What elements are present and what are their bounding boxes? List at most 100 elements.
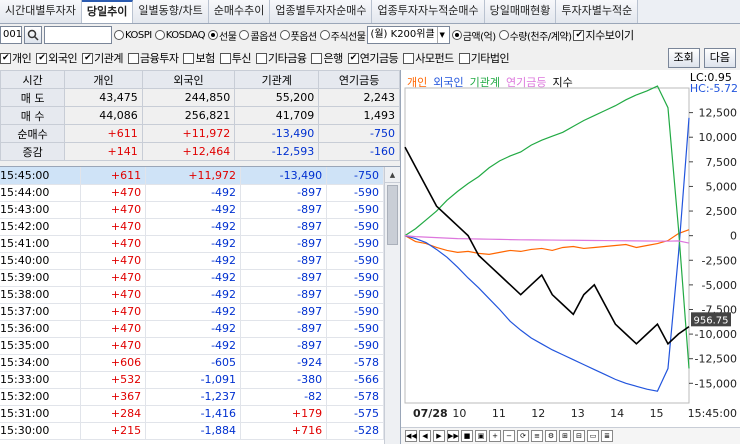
market-radio-dot[interactable]: [239, 30, 250, 40]
scroll-thumb[interactable]: [387, 185, 398, 245]
market-radio-dot[interactable]: [279, 30, 290, 40]
chart-control-icon-1[interactable]: ◀◀: [405, 430, 417, 442]
market-radio-4[interactable]: 콜옵션: [239, 28, 277, 43]
chart-control-icon-3[interactable]: ▶: [433, 430, 445, 442]
scroll-up-icon[interactable]: ▲: [385, 167, 400, 183]
chart-control-icon-7[interactable]: +: [489, 430, 501, 442]
table-row[interactable]: 15:33:00 +532 -1,091 -380 -566: [0, 371, 384, 389]
filter-checkbox-9[interactable]: 연기금등: [347, 50, 399, 66]
chart-control-icon-2[interactable]: ◀: [419, 430, 431, 442]
value-cell: -590: [326, 320, 384, 338]
summary-row-label: 매 수: [0, 106, 66, 125]
filter-check[interactable]: [0, 52, 11, 64]
filter-checkbox-6[interactable]: 투신: [219, 50, 251, 66]
unit-radio-1[interactable]: 금액(억): [451, 28, 496, 43]
show-index-checkbox[interactable]: 지수보이기: [573, 27, 634, 43]
next-button[interactable]: 다음: [703, 48, 736, 68]
market-radio-dot[interactable]: [208, 30, 219, 40]
legend-item: 외국인: [433, 76, 464, 89]
name-field[interactable]: [44, 26, 112, 44]
chart-control-icon-12[interactable]: ⊞: [559, 430, 571, 442]
trend-chart[interactable]: 12,500 10,000 7,500 5,000 2,500 0 -2,500 -5,000…: [401, 70, 740, 427]
filter-checkbox-10[interactable]: 사모펀드: [403, 50, 454, 66]
chart-control-icon-8[interactable]: −: [503, 430, 515, 442]
filter-check[interactable]: [82, 52, 94, 64]
market-radio-dot[interactable]: [114, 30, 124, 40]
filter-check[interactable]: [255, 52, 267, 64]
filter-check[interactable]: [219, 52, 231, 64]
chart-control-icon-4[interactable]: ▶▶: [447, 430, 459, 442]
table-row[interactable]: 15:43:00 +470 -492 -897 -590: [0, 201, 384, 219]
filter-checkbox-5[interactable]: 보험: [183, 50, 215, 66]
table-row[interactable]: 15:39:00 +470 -492 -897 -590: [0, 269, 384, 287]
table-row[interactable]: 15:45:00 +611 +11,972 -13,490 -750: [0, 167, 384, 185]
show-index-check[interactable]: [573, 29, 585, 41]
table-row[interactable]: 15:37:00 +470 -492 -897 -590: [0, 303, 384, 321]
query-button[interactable]: 조회: [667, 48, 700, 68]
filter-checkbox-11[interactable]: 기타법인: [458, 50, 510, 66]
market-radio-3[interactable]: 선물: [208, 28, 237, 43]
table-row[interactable]: 15:42:00 +470 -492 -897 -590: [0, 218, 384, 236]
filter-checkbox-8[interactable]: 은행: [311, 50, 343, 66]
tab-1[interactable]: 시간대별투자자: [0, 0, 82, 23]
filter-check[interactable]: [311, 52, 323, 64]
table-row[interactable]: 15:44:00 +470 -492 -897 -590: [0, 184, 384, 202]
code-field[interactable]: 001: [0, 26, 22, 44]
chart-control-icon-15[interactable]: ≣: [601, 430, 613, 442]
table-row[interactable]: 15:35:00 +470 -492 -897 -590: [0, 337, 384, 355]
filter-check[interactable]: [183, 52, 195, 64]
filter-checkbox-7[interactable]: 기타금융: [255, 50, 307, 66]
table-row[interactable]: 15:38:00 +470 -492 -897 -590: [0, 286, 384, 304]
table-row[interactable]: 15:31:00 +284 -1,416 +179 -575: [0, 405, 384, 423]
chart-control-icon-13[interactable]: ⊟: [573, 430, 585, 442]
chart-control-icon-9[interactable]: ⟳: [517, 430, 529, 442]
summary-header-row: 시간 개인 외국인 기관계 연기금등: [0, 70, 400, 89]
hc-value: HC:-5.72: [689, 82, 738, 95]
filter-check[interactable]: [458, 52, 470, 64]
table-row[interactable]: 15:30:00 +215 -1,884 +716 -528: [0, 422, 384, 440]
chart-control-icon-10[interactable]: ≡: [531, 430, 543, 442]
contract-dropdown[interactable]: (월) K200위클 ▼: [367, 26, 450, 44]
summary-cell: 2,243: [318, 88, 400, 107]
grid-scrollbar[interactable]: ▲: [384, 167, 400, 444]
tab-7[interactable]: 당일매매현황: [484, 0, 557, 23]
table-row[interactable]: 15:40:00 +470 -492 -897 -590: [0, 252, 384, 270]
filter-checkbox-4[interactable]: 금융투자: [128, 50, 179, 66]
table-row[interactable]: 15:32:00 +367 -1,237 -82 -578: [0, 388, 384, 406]
table-row[interactable]: 15:34:00 +606 -605 -924 -578: [0, 354, 384, 372]
market-radio-dot[interactable]: [154, 30, 165, 40]
tab-6[interactable]: 업종투자자누적순매수: [372, 0, 485, 23]
search-button[interactable]: [24, 26, 42, 44]
filter-checkbox-2[interactable]: 외국인: [36, 50, 78, 66]
market-radio-dot[interactable]: [319, 30, 330, 40]
market-radio-6[interactable]: 주식선물: [319, 28, 366, 43]
value-cell: +470: [80, 303, 147, 321]
table-row[interactable]: 15:36:00 +470 -492 -897 -590: [0, 320, 384, 338]
unit-radio-dot[interactable]: [451, 30, 462, 40]
market-radio-2[interactable]: KOSDAQ: [154, 28, 206, 43]
value-cell: +215: [80, 422, 147, 440]
chart-control-icon-5[interactable]: ■: [461, 430, 473, 442]
tab-4[interactable]: 순매수추이: [208, 0, 271, 23]
market-radio-5[interactable]: 풋옵션: [279, 28, 317, 43]
x-tick-label: 12: [531, 407, 545, 420]
filter-check[interactable]: [128, 52, 139, 64]
value-cell: +11,972: [145, 167, 242, 185]
chart-control-icon-14[interactable]: ▭: [587, 430, 599, 442]
value-cell: -578: [326, 354, 384, 372]
filter-check[interactable]: [347, 52, 359, 64]
chart-control-icon-11[interactable]: ⚙: [545, 430, 557, 442]
tab-8[interactable]: 투자자별누적순: [556, 0, 639, 23]
filter-checkbox-3[interactable]: 기관계: [82, 50, 123, 66]
tab-5[interactable]: 업종별투자자순매수: [270, 0, 373, 23]
unit-radio-dot[interactable]: [498, 30, 509, 40]
tab-3[interactable]: 일별동향/차트: [133, 0, 209, 23]
table-row[interactable]: 15:41:00 +470 -492 -897 -590: [0, 235, 384, 253]
chart-control-icon-6[interactable]: ▣: [475, 430, 487, 442]
tab-2[interactable]: 당일추이: [81, 0, 134, 23]
filter-checkbox-1[interactable]: 개인: [0, 50, 32, 66]
filter-check[interactable]: [36, 52, 48, 64]
unit-radio-2[interactable]: 수량(천주/계약): [498, 28, 572, 43]
market-radio-1[interactable]: KOSPI: [114, 28, 152, 43]
filter-check[interactable]: [403, 52, 415, 64]
